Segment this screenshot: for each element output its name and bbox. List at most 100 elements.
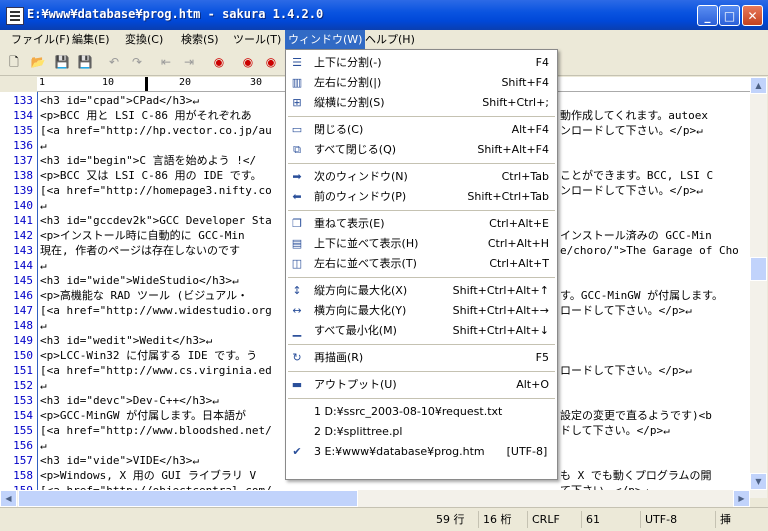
- menu-separator: [288, 371, 555, 372]
- close-button[interactable]: ✕: [742, 5, 763, 26]
- window-menu-item[interactable]: ⊞ 縦横に分割(S) Shift+Ctrl+;: [286, 93, 557, 113]
- status-encoding: UTF-8: [640, 511, 677, 528]
- ruler-mark: 1: [39, 77, 46, 88]
- window-menu-item[interactable]: ➡ 次のウィンドウ(N) Ctrl+Tab: [286, 167, 557, 187]
- line-number-gutter: 133 134 135 136 137 138 139 140 141 142 143 144 145 1…: [0, 92, 38, 512]
- menu-item-label: 上下に分割(-): [314, 56, 382, 69]
- vertical-scroll-thumb[interactable]: [750, 257, 767, 281]
- title-bar[interactable]: E:¥www¥database¥prog.htm - sakura 1.4.2.…: [0, 0, 768, 30]
- scroll-up-icon[interactable]: ▲: [750, 77, 767, 94]
- menu-item-shortcut: Shift+Ctrl+Alt+→: [452, 304, 549, 317]
- line-number: 149: [13, 334, 33, 347]
- window-menu-item[interactable]: ⬅ 前のウィンドウ(P) Shift+Ctrl+Tab: [286, 187, 557, 207]
- menu-item-label: 2 D:¥splittree.pl: [314, 425, 403, 438]
- vertical-scrollbar[interactable]: ▲ ▼: [750, 77, 767, 498]
- window-menu-item[interactable]: ◫ 左右に並べて表示(T) Ctrl+Alt+T: [286, 254, 557, 274]
- tile-horizontal-icon: ▤: [291, 237, 303, 250]
- window-menu-item[interactable]: ▁ すべて最小化(M) Shift+Ctrl+Alt+↓: [286, 321, 557, 341]
- horizontal-scrollbar[interactable]: ◀ ▶: [0, 490, 750, 507]
- ruler-mark: 30: [250, 77, 263, 88]
- menu-separator: [288, 116, 555, 117]
- code-line-fragment: e/choro/">The Garage of Cho: [560, 244, 739, 257]
- code-line: <p>GCC-MinGW が付属します。日本語が: [40, 409, 246, 422]
- status-insert-mode: 挿: [715, 511, 731, 528]
- line-number: 158: [13, 469, 33, 482]
- maximize-vertical-icon: ↕: [292, 284, 302, 297]
- window-menu-item[interactable]: ▤ 上下に並べて表示(H) Ctrl+Alt+H: [286, 234, 557, 254]
- line-number: 151: [13, 364, 33, 377]
- window-menu-item[interactable]: ▬ アウトプット(U) Alt+O: [286, 375, 557, 395]
- code-line: ↵: [40, 259, 47, 272]
- line-number: 139: [13, 184, 33, 197]
- menu-item-shortcut: Alt+O: [516, 378, 549, 391]
- code-line: <h3 id="gccdev2k">GCC Developer Sta: [40, 214, 272, 227]
- open-folder-icon[interactable]: 📂: [30, 54, 46, 70]
- menu-item-label: 1 D:¥ssrc_2003-08-10¥request.txt: [314, 405, 503, 418]
- minimize-button[interactable]: _: [697, 5, 718, 26]
- menu-item-shortcut: F5: [535, 351, 549, 364]
- menu-tools[interactable]: ツール(T): [230, 30, 284, 49]
- save-as-icon[interactable]: 💾: [77, 54, 93, 70]
- window-menu-item[interactable]: 1 D:¥ssrc_2003-08-10¥request.txt: [286, 402, 557, 422]
- code-line: ↵: [40, 439, 47, 452]
- split-vertical-icon: ▥: [291, 76, 303, 89]
- maximize-button[interactable]: □: [719, 5, 740, 26]
- menu-item-label: 上下に並べて表示(H): [314, 237, 419, 250]
- menu-item-shortcut: Ctrl+Alt+H: [487, 237, 549, 250]
- line-number: 143: [13, 244, 33, 257]
- menu-search[interactable]: 検索(S): [178, 30, 222, 49]
- window-menu-item[interactable]: ⧉ すべて閉じる(Q) Shift+Alt+F4: [286, 140, 557, 160]
- ruler-cursor: [145, 77, 148, 91]
- window-menu-item[interactable]: ☰ 上下に分割(-) F4: [286, 53, 557, 73]
- split-both-icon: ⊞: [292, 96, 302, 109]
- window-menu-item[interactable]: 2 D:¥splittree.pl: [286, 422, 557, 442]
- menu-item-label: 前のウィンドウ(P): [314, 190, 407, 203]
- window-menu-item[interactable]: ✔ 3 E:¥www¥database¥prog.htm [UTF-8]: [286, 442, 557, 462]
- window-menu-item[interactable]: ↕ 縦方向に最大化(X) Shift+Ctrl+Alt+↑: [286, 281, 557, 301]
- prev-window-icon: ⬅: [292, 190, 302, 203]
- menu-item-label: 左右に分割(|): [314, 76, 382, 89]
- menu-help[interactable]: ヘルプ(H): [362, 30, 418, 49]
- forward-icon[interactable]: ⇥: [181, 54, 197, 70]
- undo-icon[interactable]: ↶: [106, 54, 122, 70]
- code-line: <h3 id="vide">VIDE</h3>↵: [40, 454, 199, 467]
- new-file-icon[interactable]: 🗋: [6, 54, 22, 70]
- output-icon: ▬: [291, 378, 303, 391]
- window-menu-item[interactable]: ▭ 閉じる(C) Alt+F4: [286, 120, 557, 140]
- window-menu-item[interactable]: ▥ 左右に分割(|) Shift+F4: [286, 73, 557, 93]
- menu-file[interactable]: ファイル(F): [8, 30, 73, 49]
- scroll-left-icon[interactable]: ◀: [0, 490, 17, 507]
- next-window-icon: ➡: [292, 170, 302, 183]
- menu-item-label: すべて最小化(M): [314, 324, 397, 337]
- window-menu-item[interactable]: ↻ 再描画(R) F5: [286, 348, 557, 368]
- line-number: 154: [13, 409, 33, 422]
- back-icon[interactable]: ⇤: [158, 54, 174, 70]
- window-menu-item[interactable]: ↔ 横方向に最大化(Y) Shift+Ctrl+Alt+→: [286, 301, 557, 321]
- line-number: 134: [13, 109, 33, 122]
- search-next-icon[interactable]: ◉: [240, 54, 256, 70]
- menu-edit[interactable]: 編集(E): [69, 30, 113, 49]
- menu-window[interactable]: ウィンドウ(W): [285, 30, 366, 49]
- line-number: 156: [13, 439, 33, 452]
- bookmark-icon[interactable]: ◉: [263, 54, 279, 70]
- scroll-right-icon[interactable]: ▶: [733, 490, 750, 507]
- app-icon[interactable]: [6, 7, 24, 25]
- line-number: 136: [13, 139, 33, 152]
- menu-convert[interactable]: 変換(C): [122, 30, 166, 49]
- scroll-down-icon[interactable]: ▼: [750, 473, 767, 490]
- code-line-fragment: インストール済みの GCC-Min: [560, 229, 712, 242]
- window-menu-item[interactable]: ❐ 重ねて表示(E) Ctrl+Alt+E: [286, 214, 557, 234]
- code-line: <p>Windows, X 用の GUI ライブラリ V: [40, 469, 257, 482]
- status-column: 16 桁: [478, 511, 512, 528]
- line-number: 150: [13, 349, 33, 362]
- save-icon[interactable]: 💾: [54, 54, 70, 70]
- code-line-fragment: ンロードして下さい。</p>↵: [560, 184, 703, 197]
- code-line: ↵: [40, 139, 47, 152]
- search-prev-icon[interactable]: ◉: [211, 54, 227, 70]
- horizontal-scroll-thumb[interactable]: [18, 490, 358, 507]
- menu-item-shortcut: Shift+F4: [501, 76, 549, 89]
- sakura-editor-window: E:¥www¥database¥prog.htm - sakura 1.4.2.…: [0, 0, 768, 531]
- redo-icon[interactable]: ↷: [129, 54, 145, 70]
- status-eol: CRLF: [527, 511, 560, 528]
- menu-item-shortcut: Ctrl+Tab: [501, 170, 549, 183]
